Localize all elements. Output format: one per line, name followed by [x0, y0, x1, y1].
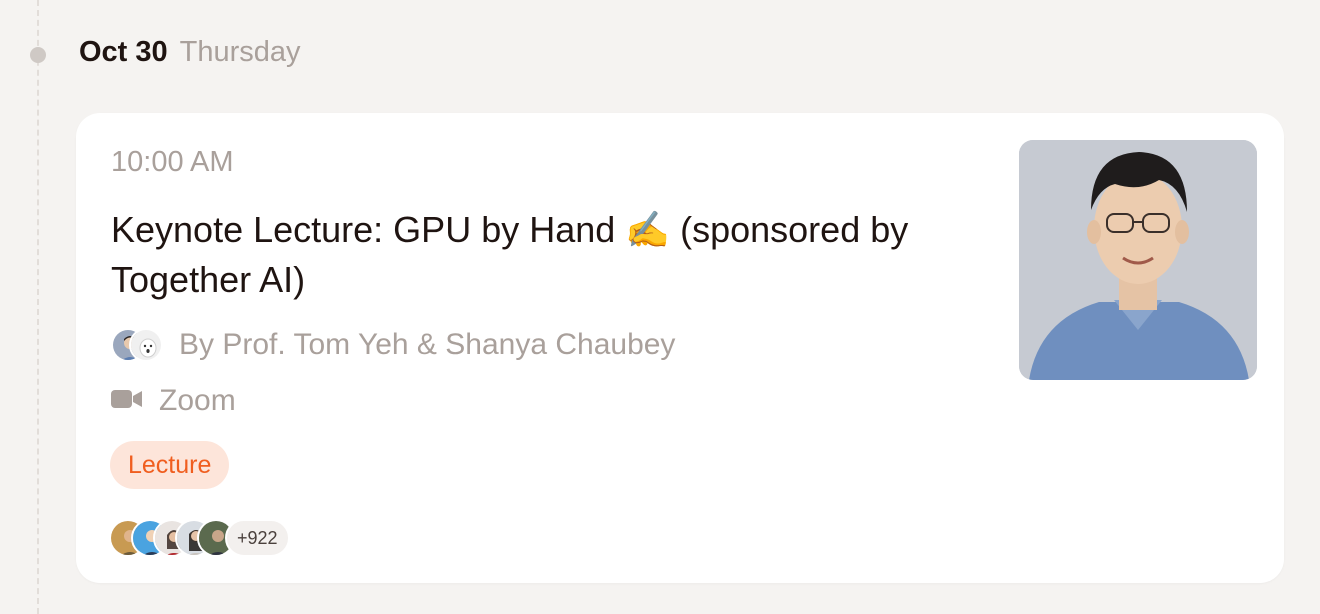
event-time: 10:00 AM — [111, 146, 234, 178]
date-weekday: Thursday — [179, 36, 301, 68]
host-avatar-shanya — [129, 328, 163, 362]
event-title[interactable]: Keynote Lecture: GPU by Hand ✍️ (sponsor… — [111, 205, 1001, 305]
timeline-line — [37, 0, 39, 614]
speaker-photo — [1019, 140, 1257, 380]
hosts-row: By Prof. Tom Yeh & Shanya Chaubey — [111, 325, 675, 365]
date-header: Oct 30 Thursday — [79, 36, 301, 76]
host-avatars — [111, 328, 165, 362]
hosts-text: By Prof. Tom Yeh & Shanya Chaubey — [179, 328, 676, 361]
location-text: Zoom — [159, 384, 236, 417]
date-label: Oct 30 — [79, 36, 168, 68]
timeline-dot-icon — [30, 47, 46, 63]
guests-row[interactable]: +922 — [109, 518, 290, 558]
event-card[interactable]: 10:00 AM Keynote Lecture: GPU by Hand ✍️… — [76, 113, 1284, 583]
location-row: Zoom — [111, 381, 236, 421]
guest-count-badge[interactable]: +922 — [225, 519, 290, 557]
event-tag[interactable]: Lecture — [110, 441, 230, 489]
video-camera-icon — [111, 389, 143, 414]
